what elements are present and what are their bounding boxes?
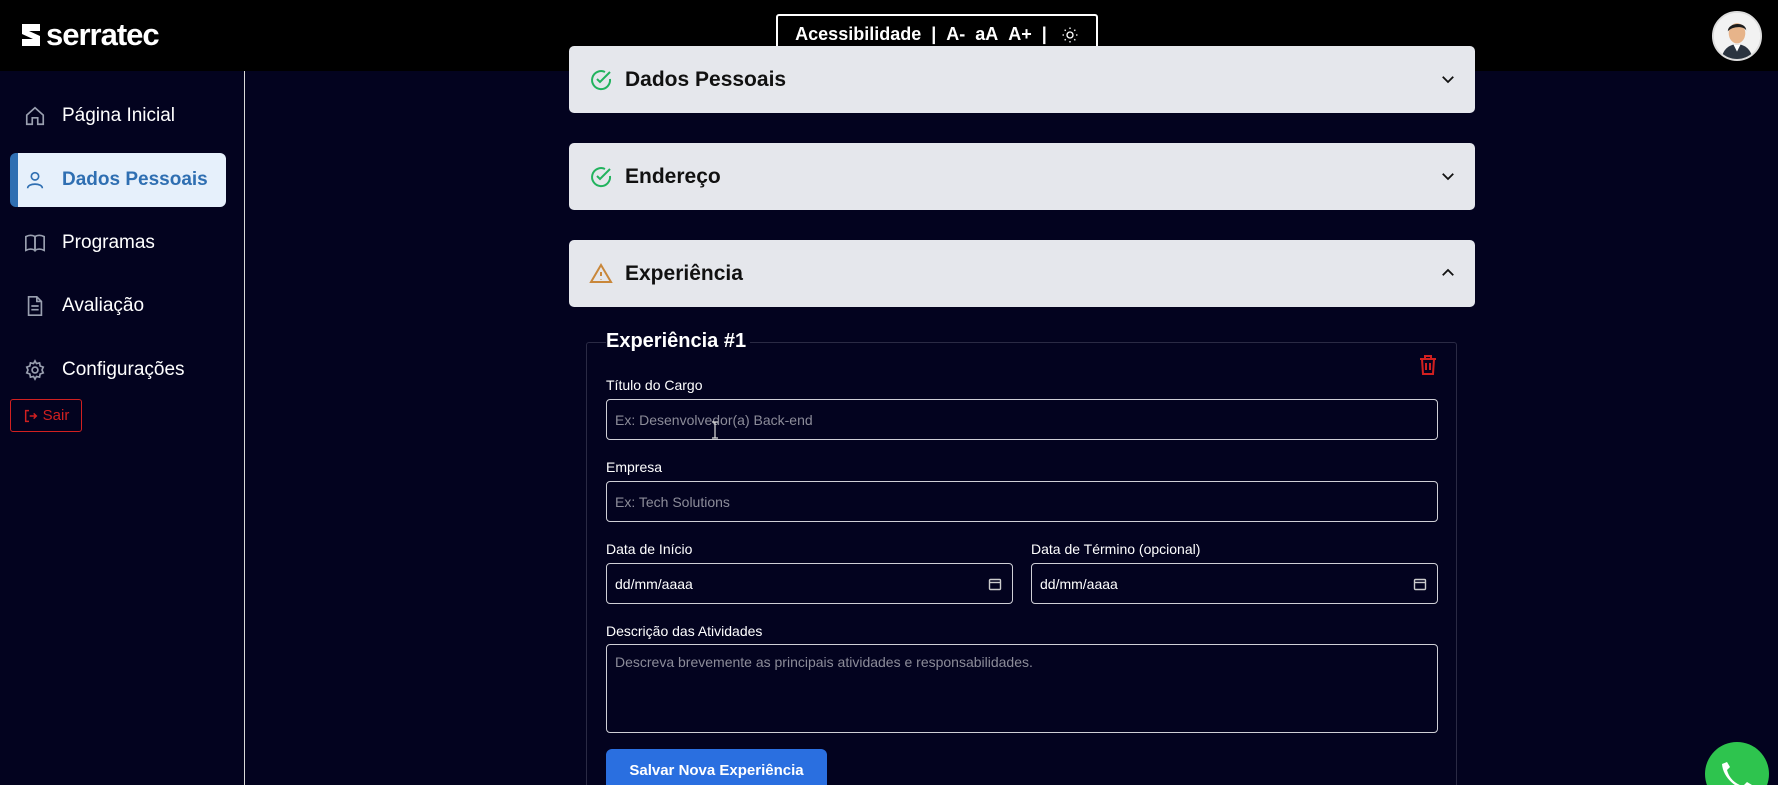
end-date-input[interactable]: dd/mm/aaaa <box>1031 563 1438 604</box>
company-label: Empresa <box>606 459 663 475</box>
section-title: Dados Pessoais <box>625 67 787 91</box>
gear-icon <box>25 359 45 381</box>
end-date-value: dd/mm/aaaa <box>1040 575 1118 592</box>
user-avatar[interactable] <box>1712 11 1762 61</box>
section-address[interactable]: Endereço <box>569 143 1475 210</box>
sidebar-item-evaluation[interactable]: Avaliação <box>10 279 226 333</box>
separator: | <box>931 24 937 44</box>
font-reset-button[interactable]: aA <box>975 24 998 45</box>
description-textarea[interactable]: Descreva brevemente as principais ativid… <box>606 644 1438 733</box>
chevron-up-icon[interactable] <box>1439 264 1457 282</box>
sidebar: Página Inicial Dados Pessoais Programas … <box>0 71 245 785</box>
text-cursor-icon <box>712 421 718 439</box>
home-icon <box>25 106 45 126</box>
theme-toggle-sun-icon[interactable] <box>1061 26 1079 44</box>
logout-button[interactable]: Sair <box>10 399 82 432</box>
job-title-input[interactable]: Ex: Desenvolvedor(a) Back-end <box>606 399 1438 440</box>
section-title: Endereço <box>625 164 721 188</box>
sidebar-item-label: Avaliação <box>62 295 145 316</box>
document-icon <box>27 296 43 316</box>
avatar-image <box>1714 13 1760 59</box>
sidebar-item-label: Programas <box>62 232 155 253</box>
sidebar-item-label: Configurações <box>62 359 185 380</box>
sidebar-item-settings[interactable]: Configurações <box>10 343 226 397</box>
save-experience-button[interactable]: Salvar Nova Experiência <box>606 749 827 785</box>
section-title: Experiência <box>625 261 743 285</box>
job-title-label: Título do Cargo <box>606 377 703 393</box>
logout-label: Sair <box>42 407 70 424</box>
check-circle-icon <box>591 166 612 187</box>
check-circle-icon <box>591 69 612 90</box>
start-date-value: dd/mm/aaaa <box>615 575 693 592</box>
sidebar-item-label: Página Inicial <box>62 105 176 126</box>
sidebar-item-personal-data[interactable]: Dados Pessoais <box>10 153 226 207</box>
logout-icon <box>24 409 38 422</box>
experience-card-title: Experiência #1 <box>606 330 751 353</box>
company-input[interactable]: Ex: Tech Solutions <box>606 481 1438 522</box>
start-date-input[interactable]: dd/mm/aaaa <box>606 563 1013 604</box>
chevron-down-icon[interactable] <box>1439 70 1457 88</box>
font-decrease-button[interactable]: A- <box>946 24 965 45</box>
logo-mark-icon <box>22 24 40 46</box>
end-date-label: Data de Término (opcional) <box>1031 541 1201 557</box>
serratec-logo[interactable]: serratec <box>20 17 160 52</box>
logo-text: serratec <box>46 17 160 52</box>
warning-icon <box>589 262 613 283</box>
section-personal-data[interactable]: Dados Pessoais <box>569 46 1475 113</box>
separator: | <box>1041 24 1047 44</box>
font-increase-button[interactable]: A+ <box>1008 24 1032 45</box>
start-date-label: Data de Início <box>606 541 693 557</box>
chevron-down-icon[interactable] <box>1439 167 1457 185</box>
trash-icon[interactable] <box>1418 354 1438 376</box>
user-icon <box>26 171 44 189</box>
whatsapp-button[interactable] <box>1705 742 1769 785</box>
calendar-icon[interactable] <box>1413 577 1427 591</box>
sidebar-item-home[interactable]: Página Inicial <box>10 89 226 143</box>
phone-icon <box>1722 762 1752 785</box>
section-experience[interactable]: Experiência <box>569 240 1475 307</box>
book-icon <box>25 234 45 252</box>
description-label: Descrição das Atividades <box>606 623 763 639</box>
sidebar-item-label: Dados Pessoais <box>62 169 208 190</box>
sidebar-item-programs[interactable]: Programas <box>10 216 226 270</box>
accessibility-label: Acessibilidade <box>795 24 922 44</box>
calendar-icon[interactable] <box>988 577 1002 591</box>
